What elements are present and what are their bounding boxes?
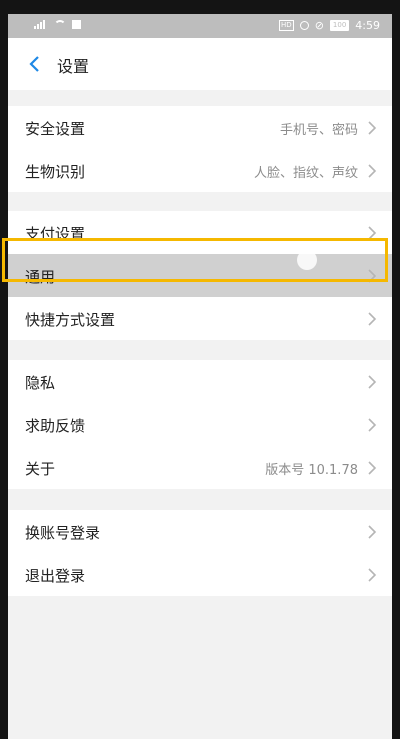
alarm-icon: [299, 21, 309, 30]
version-value: 版本号 10.1.78: [265, 463, 358, 478]
chevron-right-icon: [368, 375, 377, 389]
row-label: 生物识别: [25, 163, 86, 181]
row-label: 快捷方式设置: [25, 311, 116, 329]
hd-icon: HD: [279, 20, 294, 31]
page-title: 设置: [57, 57, 90, 76]
chevron-right-icon: [368, 164, 377, 178]
row-label: 安全设置: [25, 120, 86, 138]
row-biometrics[interactable]: 生物识别 人脸、指纹、声纹: [8, 149, 392, 192]
row-value: 手机号、密码: [279, 123, 358, 138]
row-label: 换账号登录: [25, 524, 101, 542]
chevron-right-icon: [368, 525, 377, 539]
settings-group-security: 安全设置 手机号、密码 生物识别 人脸、指纹、声纹: [8, 106, 392, 192]
row-label: 求助反馈: [25, 417, 86, 435]
mute-icon: ⊘: [314, 19, 324, 32]
status-bar: HD ⊘ 100 4:59: [8, 14, 392, 38]
row-value: 人脸、指纹、声纹: [253, 166, 358, 181]
settings-group-general: 支付设置 通用 快捷方式设置: [8, 211, 392, 340]
chevron-right-icon: [368, 418, 377, 432]
back-icon[interactable]: [28, 56, 42, 72]
chevron-right-icon: [368, 121, 377, 135]
row-security-settings[interactable]: 安全设置 手机号、密码: [8, 106, 392, 149]
chevron-right-icon: [368, 461, 377, 475]
chevron-right-icon: [368, 568, 377, 582]
chevron-right-icon: [368, 312, 377, 326]
row-privacy[interactable]: 隐私: [8, 360, 392, 403]
header: 设置: [8, 38, 392, 90]
row-general[interactable]: 通用: [8, 254, 392, 297]
row-label: 关于: [25, 460, 56, 478]
row-help-feedback[interactable]: 求助反馈: [8, 403, 392, 446]
row-about[interactable]: 关于 版本号 10.1.78: [8, 446, 392, 489]
chevron-right-icon: [368, 269, 377, 283]
battery-icon: 100: [329, 20, 350, 31]
notification-icon: [72, 19, 81, 29]
row-shortcut-settings[interactable]: 快捷方式设置: [8, 297, 392, 340]
wifi-icon: [54, 19, 66, 29]
row-label: 通用: [25, 268, 56, 286]
chevron-right-icon: [368, 226, 377, 240]
touch-indicator: [297, 250, 317, 270]
row-switch-account[interactable]: 换账号登录: [8, 510, 392, 553]
status-time: 4:59: [355, 19, 380, 32]
settings-screen: HD ⊘ 100 4:59 设置 安全设置 手机号、密码 生物识别 人脸、指纹、…: [8, 14, 392, 739]
settings-group-account: 换账号登录 退出登录: [8, 510, 392, 596]
row-label: 支付设置: [25, 225, 86, 243]
settings-group-about: 隐私 求助反馈 关于 版本号 10.1.78: [8, 360, 392, 489]
row-logout[interactable]: 退出登录: [8, 553, 392, 596]
row-label: 隐私: [25, 374, 56, 392]
row-payment-settings[interactable]: 支付设置: [8, 211, 392, 254]
row-label: 退出登录: [25, 567, 86, 585]
signal-icon: [34, 19, 48, 29]
